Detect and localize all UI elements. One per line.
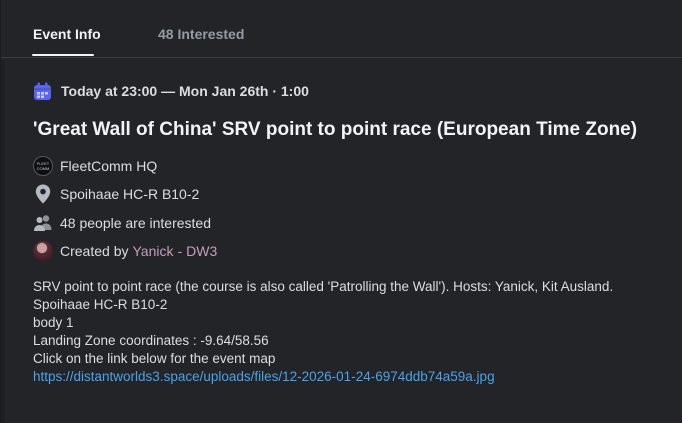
- event-location-row: Spoihaae HC-R B10-2: [33, 183, 199, 205]
- event-creator-row: Created by Yanick - DW3: [33, 240, 217, 262]
- description-line: Landing Zone coordinates : -9.64/58.56: [33, 333, 269, 348]
- event-description: SRV point to point race (the course is a…: [33, 278, 653, 386]
- event-title: 'Great Wall of China' SRV point to point…: [33, 119, 638, 140]
- event-date-row: Today at 23:00 — Mon Jan 26th · 1:00: [33, 81, 309, 101]
- server-avatar: FLEET COMM: [33, 156, 53, 176]
- event-server-row[interactable]: FLEET COMM FleetComm HQ: [33, 155, 157, 177]
- tab-event-info[interactable]: Event Info: [33, 26, 101, 42]
- calendar-icon: [33, 82, 52, 101]
- creator-name[interactable]: Yanick: [132, 243, 173, 259]
- created-by-label: Created by: [60, 243, 129, 259]
- event-interested-row: 48 people are interested: [33, 212, 211, 234]
- server-name: FleetComm HQ: [60, 158, 158, 174]
- event-location: Spoihaae HC-R B10-2: [60, 186, 200, 202]
- tab-interested[interactable]: 48 Interested: [158, 26, 244, 42]
- event-details-panel: Event Info 48 Interested Today at 23:00 …: [0, 0, 682, 423]
- event-date: Today at 23:00 — Mon Jan 26th · 1:00: [61, 83, 309, 99]
- location-pin-icon: [33, 184, 53, 204]
- panel-edge: [1, 60, 5, 423]
- creator-tag: DW3: [186, 243, 218, 259]
- active-tab-indicator: [32, 54, 94, 56]
- tab-bar: Event Info 48 Interested: [1, 0, 682, 58]
- creator-avatar[interactable]: [33, 241, 53, 261]
- description-line: Click on the link below for the event ma…: [33, 351, 276, 366]
- people-icon: [33, 213, 53, 233]
- description-line: SRV point to point race (the course is a…: [33, 279, 614, 294]
- description-line: Spoihaae HC-R B10-2: [33, 297, 168, 312]
- interested-count-text: 48 people are interested: [60, 215, 211, 231]
- description-line: body 1: [33, 315, 74, 330]
- server-avatar-text-2: COMM: [36, 166, 50, 171]
- event-map-link[interactable]: https://distantworlds3.space/uploads/fil…: [33, 368, 653, 386]
- creator-separator: -: [177, 243, 183, 259]
